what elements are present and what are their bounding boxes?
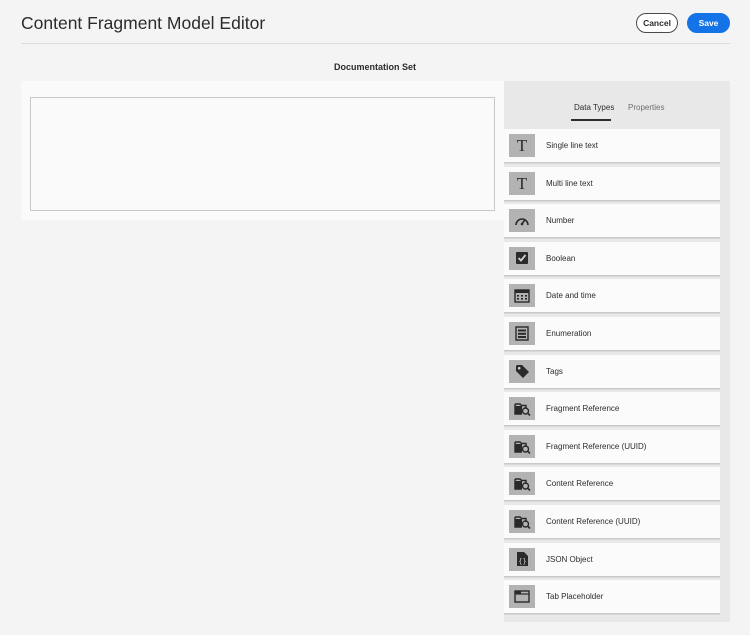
list-icon [509, 322, 535, 345]
data-type-item[interactable]: T Multi line text [504, 166, 720, 201]
text-icon: T [509, 171, 535, 195]
header: Content Fragment Model Editor Cancel Sav… [21, 0, 730, 44]
data-type-label: Content Reference (UUID) [546, 517, 641, 526]
data-type-item[interactable]: {} JSON Object [504, 542, 720, 577]
data-type-label: JSON Object [546, 554, 593, 564]
calendar-icon [509, 284, 535, 308]
data-type-label: Fragment Reference (UUID) [546, 441, 647, 451]
data-type-item[interactable]: Fragment Reference (UUID) [504, 429, 720, 464]
tab-properties[interactable]: Properties [628, 103, 664, 112]
text-icon: T [509, 134, 535, 157]
data-type-item[interactable]: Date and time [504, 279, 720, 314]
data-type-item[interactable]: Tab Placeholder [504, 580, 720, 615]
tab-data-types[interactable]: Data Types [574, 103, 614, 112]
data-type-label: Number [546, 216, 575, 226]
cancel-button[interactable]: Cancel [636, 13, 678, 33]
data-type-item[interactable]: Fragment Reference [504, 392, 720, 427]
data-type-label: Multi line text [546, 178, 593, 188]
svg-text:{}: {} [518, 558, 526, 566]
data-type-item[interactable]: Number [504, 204, 720, 239]
data-type-item[interactable]: Enumeration [504, 317, 720, 351]
model-name: Documentation Set [333, 62, 416, 72]
drop-zone[interactable] [30, 97, 495, 211]
data-type-label: Boolean [546, 253, 576, 263]
data-type-label: Date and time [546, 291, 596, 301]
data-type-item[interactable]: Tags [504, 354, 720, 389]
model-canvas [21, 81, 504, 220]
data-type-label: Content Reference [546, 479, 614, 489]
gauge-icon [509, 209, 535, 233]
panel-tabs: Data Types Properties [504, 101, 730, 123]
tab-icon [509, 585, 535, 609]
data-type-label: Tab Placeholder [546, 592, 604, 602]
page-title: Content Fragment Model Editor [21, 13, 266, 33]
data-types-panel: Data Types Properties T Single line text T… [504, 81, 730, 622]
tag-icon [509, 359, 535, 383]
data-type-item[interactable]: Content Reference (UUID) [504, 505, 720, 539]
data-type-item[interactable]: Content Reference [504, 467, 720, 502]
checkbox-icon [509, 246, 535, 270]
save-button[interactable]: Save [687, 13, 730, 33]
folder-search-icon [509, 434, 535, 458]
folder-search-icon [509, 472, 535, 496]
data-type-label: Single line text [546, 141, 599, 150]
data-type-item[interactable]: T Single line text [504, 129, 720, 163]
folder-search-icon [509, 397, 535, 421]
data-type-label: Enumeration [546, 329, 592, 338]
data-type-item[interactable]: Boolean [504, 241, 720, 276]
active-tab-indicator [571, 119, 611, 121]
json-file-icon: {} [509, 547, 535, 571]
data-type-label: Fragment Reference [546, 404, 620, 414]
folder-search-icon [509, 510, 535, 533]
data-type-label: Tags [546, 366, 563, 376]
